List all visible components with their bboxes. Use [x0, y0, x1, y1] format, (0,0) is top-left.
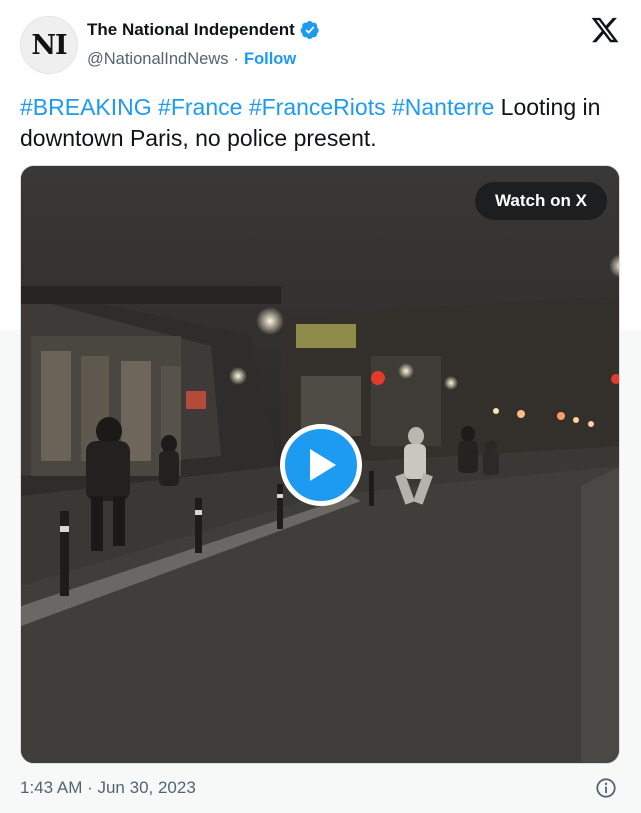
play-button[interactable] — [280, 424, 362, 506]
avatar-text: NI — [31, 29, 67, 61]
tweet-timestamp[interactable]: 1:43 AM · Jun 30, 2023 — [20, 778, 196, 798]
separator-dot: · — [233, 50, 239, 68]
info-icon[interactable] — [595, 777, 617, 799]
handle-row: @NationalIndNews · Follow — [87, 50, 296, 69]
verified-badge-icon — [300, 20, 319, 40]
tweet-text: #BREAKING #France #FranceRiots #Nanterre… — [20, 92, 620, 154]
hashtag-link[interactable]: #Nanterre — [392, 94, 494, 120]
video-player[interactable]: Watch on X — [20, 165, 620, 764]
play-icon — [310, 449, 336, 481]
watch-on-x-button[interactable]: Watch on X — [475, 182, 607, 220]
hashtag-link[interactable]: #France — [158, 94, 242, 120]
handle[interactable]: @NationalIndNews — [87, 50, 228, 69]
x-logo-icon[interactable] — [590, 15, 620, 45]
author-name-row: The National Independent — [87, 20, 320, 40]
display-name[interactable]: The National Independent — [87, 20, 295, 40]
tweet-card[interactable]: NI The National Independent @NationalInd… — [0, 0, 641, 813]
avatar[interactable]: NI — [20, 16, 78, 74]
hashtag-link[interactable]: #BREAKING — [20, 94, 152, 120]
watch-on-x-label: Watch on X — [495, 191, 587, 210]
follow-link[interactable]: Follow — [244, 50, 296, 69]
hashtag-link[interactable]: #FranceRiots — [249, 94, 386, 120]
